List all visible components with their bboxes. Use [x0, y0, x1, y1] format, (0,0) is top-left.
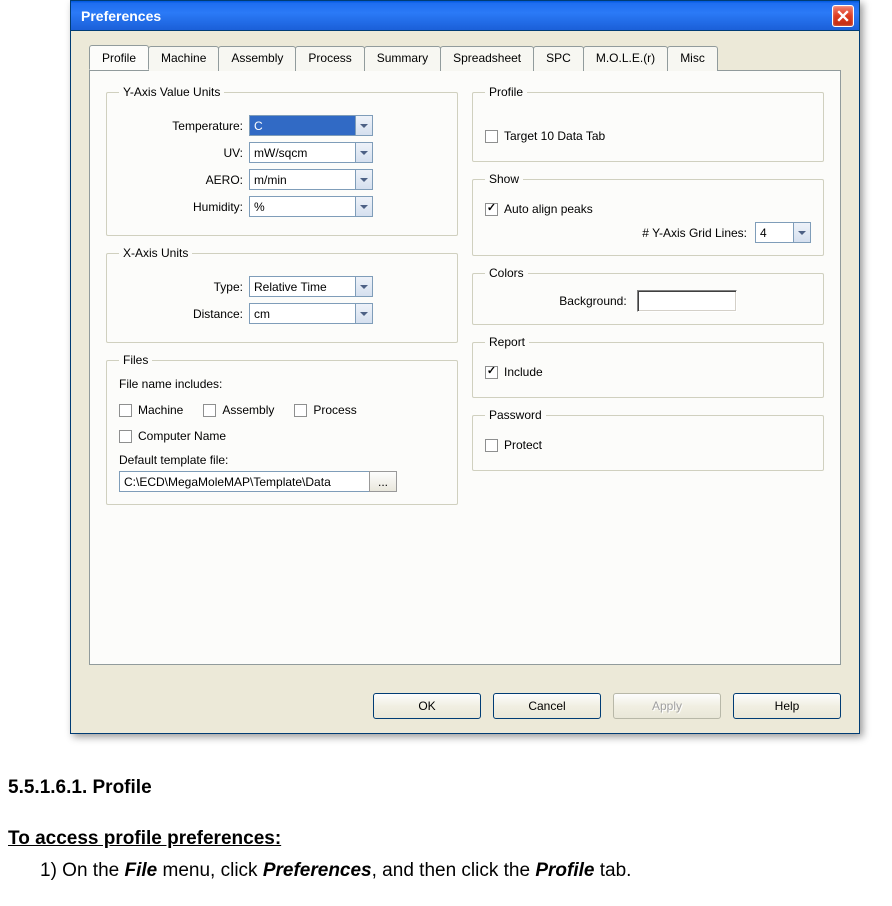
show-legend: Show	[485, 172, 523, 186]
content-area: ProfileMachineAssemblyProcessSummarySpre…	[71, 31, 859, 683]
browse-button[interactable]: ...	[369, 471, 397, 492]
humidity-value[interactable]	[249, 196, 355, 217]
colors-legend: Colors	[485, 266, 528, 280]
cancel-button[interactable]: Cancel	[493, 693, 601, 719]
humidity-label: Humidity:	[119, 200, 249, 214]
type-combo[interactable]	[249, 276, 373, 297]
temperature-value[interactable]	[249, 115, 355, 136]
aero-value[interactable]	[249, 169, 355, 190]
computer-name-chk-label: Computer Name	[138, 429, 226, 443]
report-legend: Report	[485, 335, 529, 349]
tab-machine[interactable]: Machine	[148, 46, 219, 71]
tab-misc[interactable]: Misc	[667, 46, 718, 71]
ok-button[interactable]: OK	[373, 693, 481, 719]
tab-assembly[interactable]: Assembly	[218, 46, 296, 71]
preferences-dialog: Preferences ProfileMachineAssemblyProces…	[70, 0, 860, 734]
tab-strip: ProfileMachineAssemblyProcessSummarySpre…	[89, 45, 841, 70]
close-icon	[837, 10, 849, 22]
chevron-down-icon[interactable]	[355, 303, 373, 324]
x-axis-legend: X-Axis Units	[119, 246, 192, 260]
distance-value[interactable]	[249, 303, 355, 324]
background-label: Background:	[559, 294, 626, 308]
profile-group-legend: Profile	[485, 85, 527, 99]
assembly-chk-label: Assembly	[222, 403, 274, 417]
doc-step-1: 1) On the File menu, click Preferences, …	[40, 857, 892, 886]
protect-label: Protect	[504, 438, 542, 452]
filename-includes-label: File name includes:	[119, 377, 445, 391]
password-group: Password Protect	[472, 408, 824, 471]
tab-panel-profile: Y-Axis Value Units Temperature: UV:	[89, 70, 841, 665]
grid-lines-label: # Y-Axis Grid Lines:	[642, 226, 747, 240]
help-button[interactable]: Help	[733, 693, 841, 719]
aero-combo[interactable]	[249, 169, 373, 190]
machine-chk-label: Machine	[138, 403, 183, 417]
apply-button: Apply	[613, 693, 721, 719]
profile-group: Profile Target 10 Data Tab	[472, 85, 824, 162]
assembly-checkbox[interactable]	[203, 404, 216, 417]
uv-value[interactable]	[249, 142, 355, 163]
background-color-button[interactable]	[637, 290, 737, 312]
chevron-down-icon[interactable]	[793, 222, 811, 243]
y-axis-legend: Y-Axis Value Units	[119, 85, 224, 99]
machine-checkbox[interactable]	[119, 404, 132, 417]
files-legend: Files	[119, 353, 152, 367]
distance-combo[interactable]	[249, 303, 373, 324]
template-path-input[interactable]	[119, 471, 369, 492]
include-checkbox[interactable]	[485, 366, 498, 379]
chevron-down-icon[interactable]	[355, 276, 373, 297]
grid-lines-combo[interactable]	[755, 222, 811, 243]
button-bar: OK Cancel Apply Help	[71, 683, 859, 733]
humidity-combo[interactable]	[249, 196, 373, 217]
type-value[interactable]	[249, 276, 355, 297]
temperature-combo[interactable]	[249, 115, 373, 136]
process-checkbox[interactable]	[294, 404, 307, 417]
template-file-label: Default template file:	[119, 453, 445, 467]
include-label: Include	[504, 365, 543, 379]
grid-lines-value[interactable]	[755, 222, 793, 243]
tab-spc[interactable]: SPC	[533, 46, 584, 71]
target10-label: Target 10 Data Tab	[504, 129, 605, 143]
aero-label: AERO:	[119, 173, 249, 187]
titlebar: Preferences	[71, 1, 859, 31]
uv-combo[interactable]	[249, 142, 373, 163]
close-button[interactable]	[832, 5, 854, 27]
x-axis-units-group: X-Axis Units Type: Distance:	[106, 246, 458, 343]
files-group: Files File name includes: Machine Assemb…	[106, 353, 458, 505]
process-chk-label: Process	[313, 403, 356, 417]
password-legend: Password	[485, 408, 546, 422]
tab-spreadsheet[interactable]: Spreadsheet	[440, 46, 534, 71]
document-text: 5.5.1.6.1. Profile To access profile pre…	[8, 774, 892, 886]
window-title: Preferences	[81, 8, 161, 24]
tab-m-o-l-e-r-[interactable]: M.O.L.E.(r)	[583, 46, 668, 71]
auto-align-label: Auto align peaks	[504, 202, 593, 216]
report-group: Report Include	[472, 335, 824, 398]
auto-align-checkbox[interactable]	[485, 203, 498, 216]
chevron-down-icon[interactable]	[355, 169, 373, 190]
computer-name-checkbox[interactable]	[119, 430, 132, 443]
show-group: Show Auto align peaks # Y-Axis Grid Line…	[472, 172, 824, 256]
chevron-down-icon[interactable]	[355, 142, 373, 163]
y-axis-units-group: Y-Axis Value Units Temperature: UV:	[106, 85, 458, 236]
distance-label: Distance:	[119, 307, 249, 321]
target10-checkbox[interactable]	[485, 130, 498, 143]
colors-group: Colors Background:	[472, 266, 824, 325]
tab-summary[interactable]: Summary	[364, 46, 441, 71]
tab-process[interactable]: Process	[295, 46, 364, 71]
type-label: Type:	[119, 280, 249, 294]
tab-profile[interactable]: Profile	[89, 45, 149, 70]
temperature-label: Temperature:	[119, 119, 249, 133]
protect-checkbox[interactable]	[485, 439, 498, 452]
chevron-down-icon[interactable]	[355, 115, 373, 136]
uv-label: UV:	[119, 146, 249, 160]
section-heading: 5.5.1.6.1. Profile	[8, 774, 892, 803]
doc-subheading: To access profile preferences:	[8, 825, 892, 854]
chevron-down-icon[interactable]	[355, 196, 373, 217]
